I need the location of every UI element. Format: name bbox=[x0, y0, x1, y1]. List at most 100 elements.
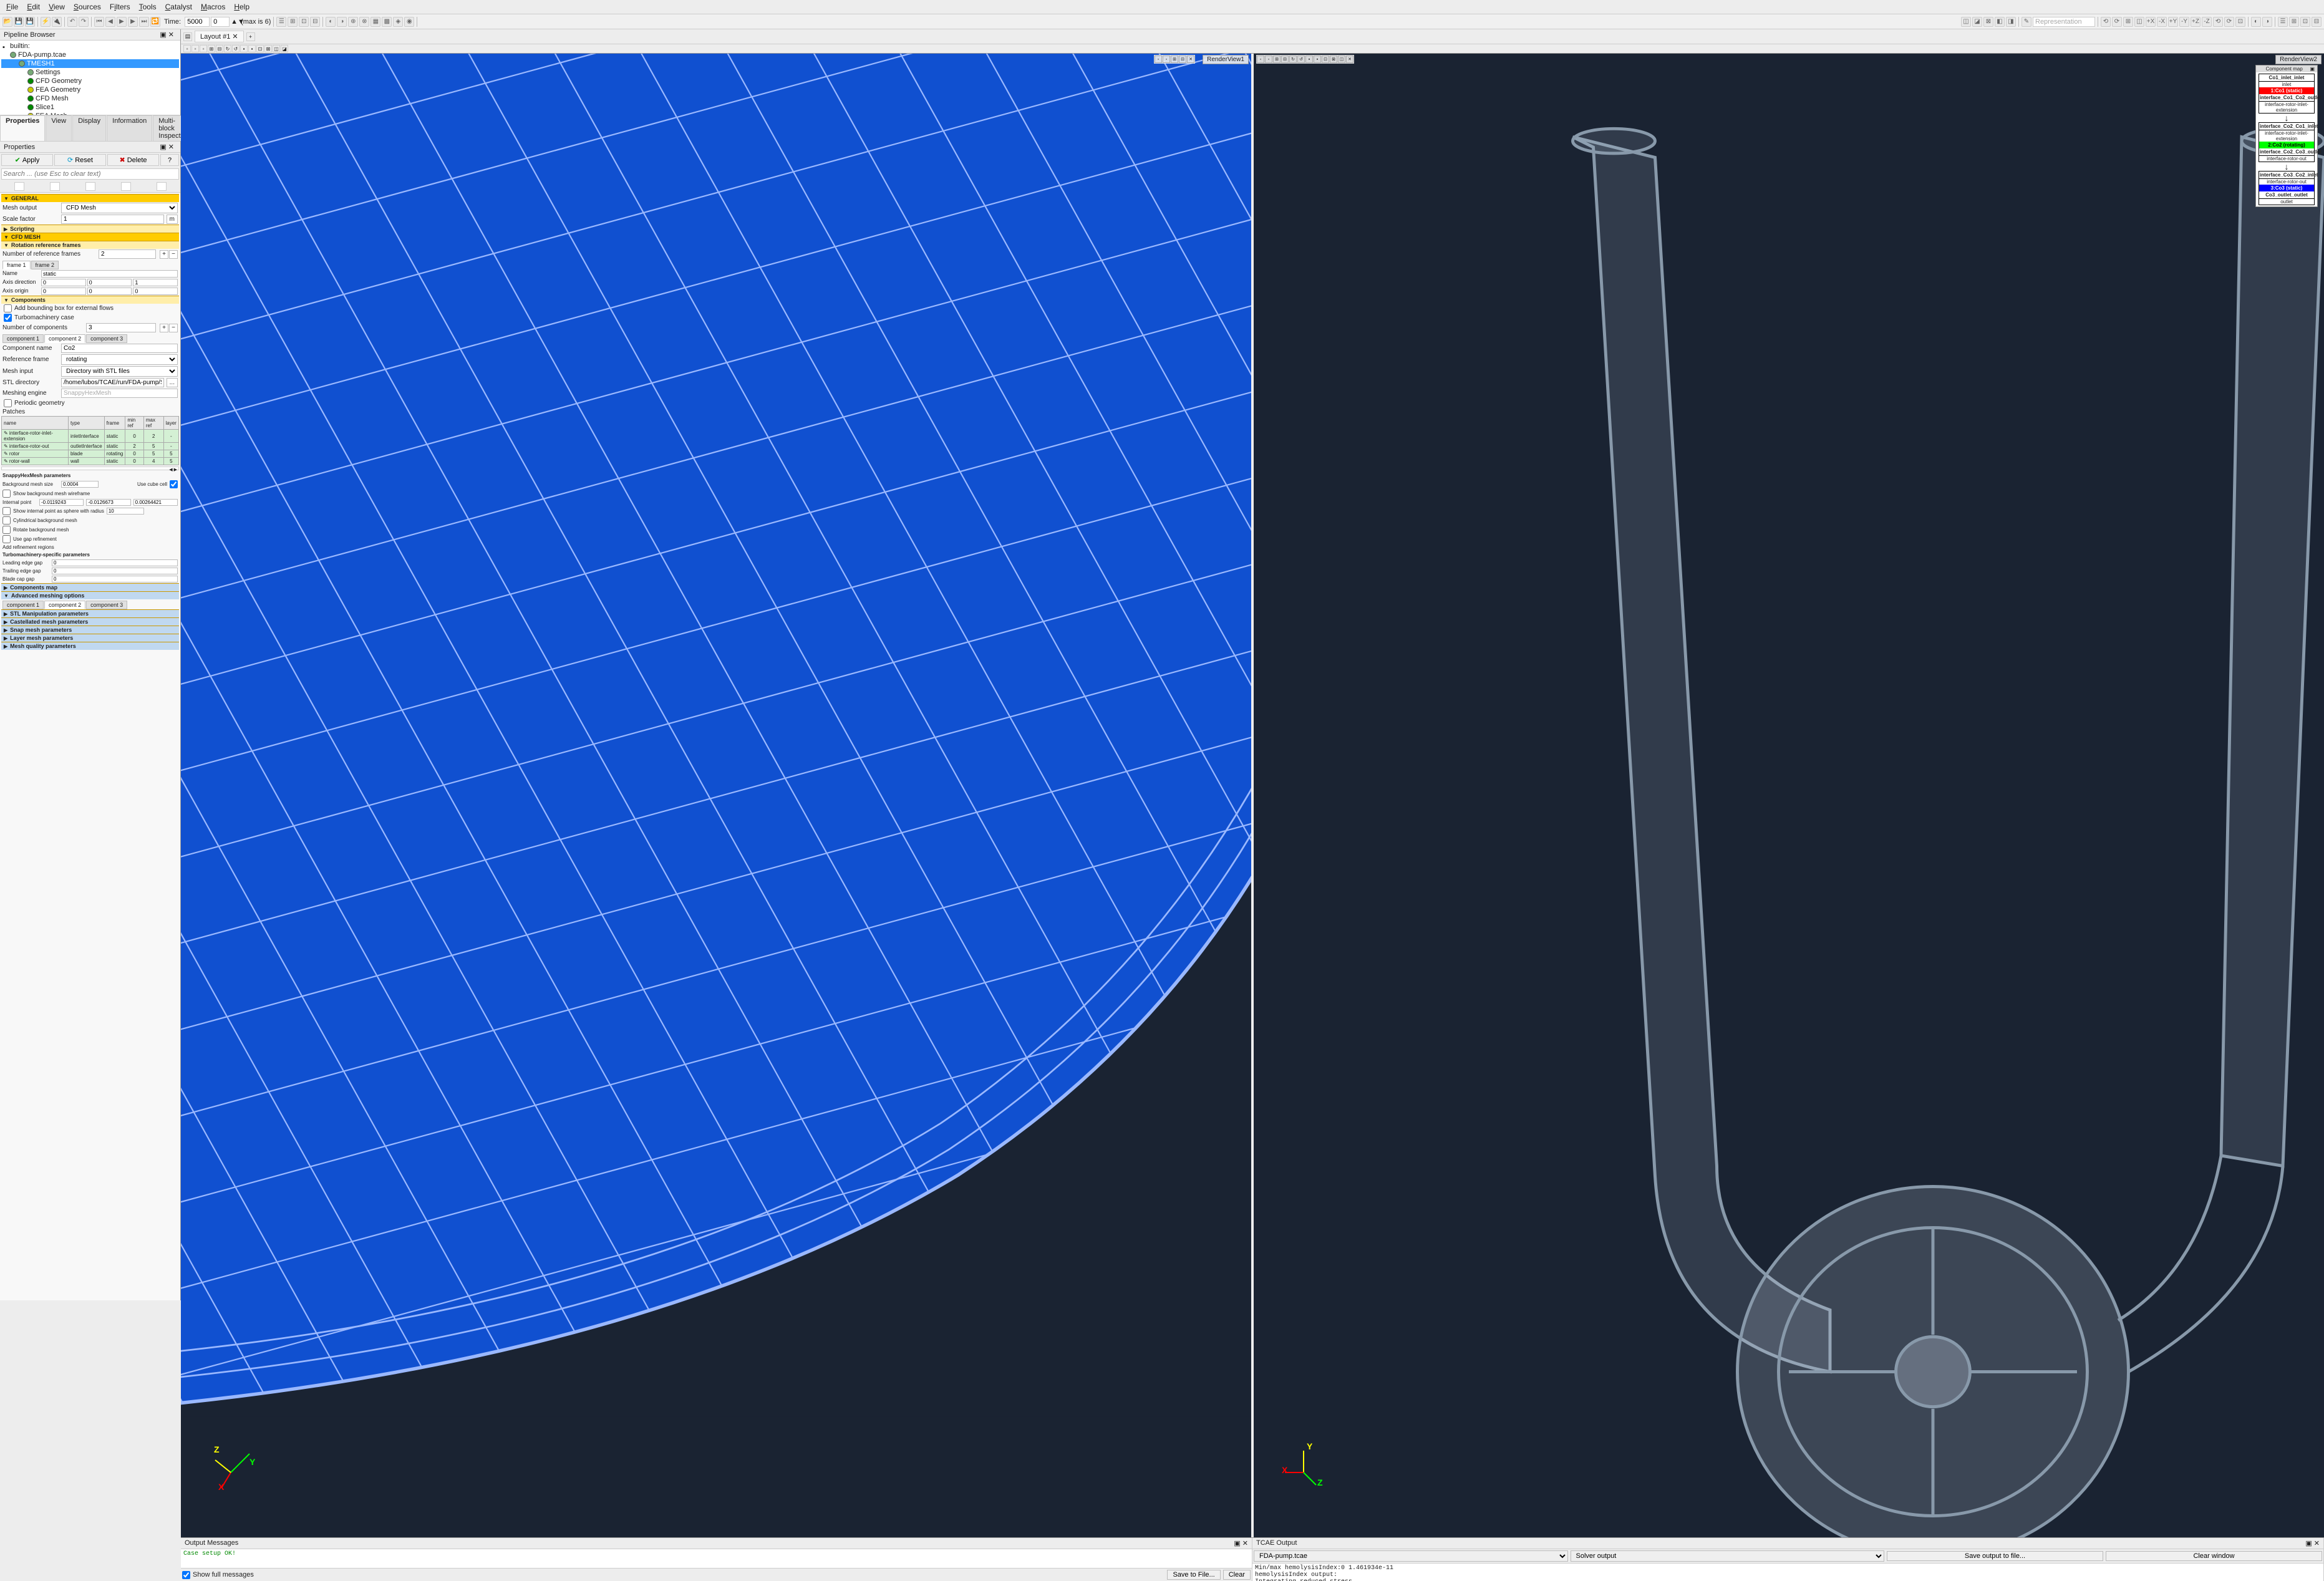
layout-tab-1[interactable]: Layout #1 ✕ bbox=[195, 31, 244, 42]
vt-7[interactable]: ↺ bbox=[232, 45, 240, 52]
tcae-file-select[interactable]: FDA-pump.tcae bbox=[1254, 1550, 1568, 1562]
tb-icon-v11[interactable]: ⟲ bbox=[2213, 17, 2223, 27]
save-output-button[interactable]: Save output to file... bbox=[1887, 1551, 2103, 1561]
menu-edit[interactable]: Edit bbox=[23, 1, 44, 12]
tb-icon-v2[interactable]: ⟳ bbox=[2112, 17, 2122, 27]
tb-icon-6[interactable]: ◑ bbox=[337, 17, 347, 27]
cyl-bg-check[interactable] bbox=[2, 516, 11, 525]
tb-icon-r1[interactable]: ◫ bbox=[1961, 17, 1971, 27]
section-quality[interactable]: ▶Mesh quality parameters bbox=[1, 642, 179, 650]
internal-pt-y[interactable] bbox=[86, 499, 130, 506]
vt-10[interactable]: ⊡ bbox=[256, 45, 264, 52]
cube-cell-check[interactable] bbox=[170, 480, 178, 488]
section-layer[interactable]: ▶Layer mesh parameters bbox=[1, 634, 179, 642]
section-scripting[interactable]: ▶Scripting bbox=[1, 225, 179, 233]
tab-properties[interactable]: Properties bbox=[0, 115, 45, 141]
undo-icon[interactable]: ↶ bbox=[67, 17, 77, 27]
component-map[interactable]: Component map▣ Co1_inlet_inletinlet1:Co1… bbox=[2255, 65, 2318, 207]
section-snap[interactable]: ▶Snap mesh parameters bbox=[1, 626, 179, 634]
frame-spinner[interactable]: ▲▼ bbox=[231, 18, 240, 26]
v2t9[interactable]: ⊡ bbox=[1322, 56, 1329, 63]
prop-icon-2[interactable] bbox=[50, 182, 60, 191]
patch-row[interactable]: ✎ rotorbladerotating055 bbox=[2, 450, 179, 458]
tb-icon-v9[interactable]: +Z bbox=[2191, 17, 2201, 27]
v2t7[interactable]: ▪ bbox=[1305, 56, 1313, 63]
apply-button[interactable]: ✔Apply bbox=[1, 154, 53, 166]
axis-dir-z[interactable] bbox=[133, 279, 178, 286]
menu-filters[interactable]: Filters bbox=[106, 1, 134, 12]
disconnect-icon[interactable]: 🔌 bbox=[52, 17, 62, 27]
engine-input[interactable] bbox=[61, 389, 178, 398]
tb-icon-8[interactable]: ⊗ bbox=[359, 17, 369, 27]
loop-icon[interactable]: 🔁 bbox=[150, 17, 160, 27]
layout-split-icon[interactable]: ▤ bbox=[183, 32, 192, 41]
v1t2[interactable]: ▫ bbox=[1163, 56, 1170, 63]
mesh-input-select[interactable]: Directory with STL files bbox=[61, 366, 178, 377]
trailing-input[interactable] bbox=[52, 568, 178, 574]
menu-view[interactable]: View bbox=[45, 1, 69, 12]
axis-origin-y[interactable] bbox=[87, 288, 132, 295]
frame-tab-2[interactable]: frame 2 bbox=[31, 261, 59, 269]
adv-tab-2[interactable]: component 2 bbox=[44, 601, 85, 609]
vt-13[interactable]: ◪ bbox=[281, 45, 288, 52]
vt-9[interactable]: ▪ bbox=[248, 45, 256, 52]
layout-add-icon[interactable]: + bbox=[246, 32, 255, 41]
scrollbar[interactable]: ◀ ▶ bbox=[1, 467, 179, 470]
vt-5[interactable]: ⊟ bbox=[216, 45, 223, 52]
adv-tab-3[interactable]: component 3 bbox=[86, 601, 127, 609]
tb-icon-e2[interactable]: ◑ bbox=[2262, 17, 2272, 27]
save-icon[interactable]: 💾 bbox=[14, 17, 24, 27]
tab-view[interactable]: View bbox=[46, 115, 72, 141]
tb-icon-e6[interactable]: ⊟ bbox=[2312, 17, 2322, 27]
tree-item-tmesh1[interactable]: TMESH1 bbox=[1, 59, 179, 68]
internal-pt-x[interactable] bbox=[39, 499, 84, 506]
internal-pt-z[interactable] bbox=[133, 499, 178, 506]
tb-icon-r2[interactable]: ◪ bbox=[1972, 17, 1982, 27]
tb-icon-r6[interactable]: ✎ bbox=[2021, 17, 2031, 27]
section-comp-map[interactable]: ▶Components map bbox=[1, 583, 179, 591]
mesh-output-select[interactable]: CFD Mesh bbox=[61, 203, 178, 213]
section-general[interactable]: ▼GENERAL bbox=[1, 194, 179, 202]
frames-plus[interactable]: + bbox=[160, 250, 168, 259]
section-rot-ref[interactable]: ▼Rotation reference frames bbox=[1, 241, 179, 249]
bg-mesh-input[interactable] bbox=[61, 481, 99, 488]
menu-tools[interactable]: Tools bbox=[135, 1, 160, 12]
sphere-radius-input[interactable] bbox=[107, 508, 144, 515]
prop-icon-3[interactable] bbox=[85, 182, 95, 191]
prop-icon-5[interactable] bbox=[157, 182, 167, 191]
tb-icon-v12[interactable]: ⟳ bbox=[2224, 17, 2234, 27]
tb-icon-v4[interactable]: ◫ bbox=[2134, 17, 2144, 27]
next-frame-icon[interactable]: ▶ bbox=[128, 17, 138, 27]
patch-row[interactable]: ✎ interface-rotor-outoutletInterfacestat… bbox=[2, 443, 179, 450]
v2t10[interactable]: ⊠ bbox=[1330, 56, 1337, 63]
save-to-file-button[interactable]: Save to File... bbox=[1167, 1570, 1220, 1580]
clear-window-button[interactable]: Clear window bbox=[2106, 1551, 2322, 1561]
show-full-check[interactable] bbox=[182, 1571, 190, 1579]
redo-icon[interactable]: ↷ bbox=[79, 17, 89, 27]
tb-icon-e1[interactable]: ◐ bbox=[2251, 17, 2261, 27]
v2t1[interactable]: ▫ bbox=[1257, 56, 1264, 63]
frame-tab-1[interactable]: frame 1 bbox=[2, 261, 31, 269]
delete-button[interactable]: ✖Delete bbox=[107, 154, 159, 166]
solver-output-select[interactable]: Solver output bbox=[1571, 1550, 1885, 1562]
tb-icon-10[interactable]: ▩ bbox=[382, 17, 392, 27]
patch-row[interactable]: ✎ interface-rotor-inlet-extensioninletIn… bbox=[2, 430, 179, 443]
v2t5[interactable]: ↻ bbox=[1289, 56, 1297, 63]
v1t3[interactable]: ⊞ bbox=[1171, 56, 1178, 63]
tree-item-slice1[interactable]: Slice1 bbox=[1, 103, 179, 112]
scale-unit[interactable]: m bbox=[167, 215, 178, 224]
tb-icon-4[interactable]: ⊟ bbox=[310, 17, 320, 27]
vt-12[interactable]: ◫ bbox=[273, 45, 280, 52]
v2t12[interactable]: ✕ bbox=[1346, 56, 1353, 63]
tab-info[interactable]: Information bbox=[107, 115, 152, 141]
vt-6[interactable]: ↻ bbox=[224, 45, 231, 52]
tb-icon-5[interactable]: ◐ bbox=[326, 17, 336, 27]
first-frame-icon[interactable]: ⏮ bbox=[94, 17, 104, 27]
blade-cap-input[interactable] bbox=[52, 576, 178, 583]
tb-icon-e4[interactable]: ⊞ bbox=[2289, 17, 2299, 27]
comp-minus[interactable]: − bbox=[169, 324, 178, 332]
tb-icon-v3[interactable]: ⊞ bbox=[2123, 17, 2133, 27]
tb-icon-r3[interactable]: ⊠ bbox=[1983, 17, 1993, 27]
pipeline-tree[interactable]: ▪builtin:FDA-pump.tcaeTMESH1SettingsCFD … bbox=[0, 41, 180, 115]
num-comp-input[interactable] bbox=[86, 323, 156, 332]
